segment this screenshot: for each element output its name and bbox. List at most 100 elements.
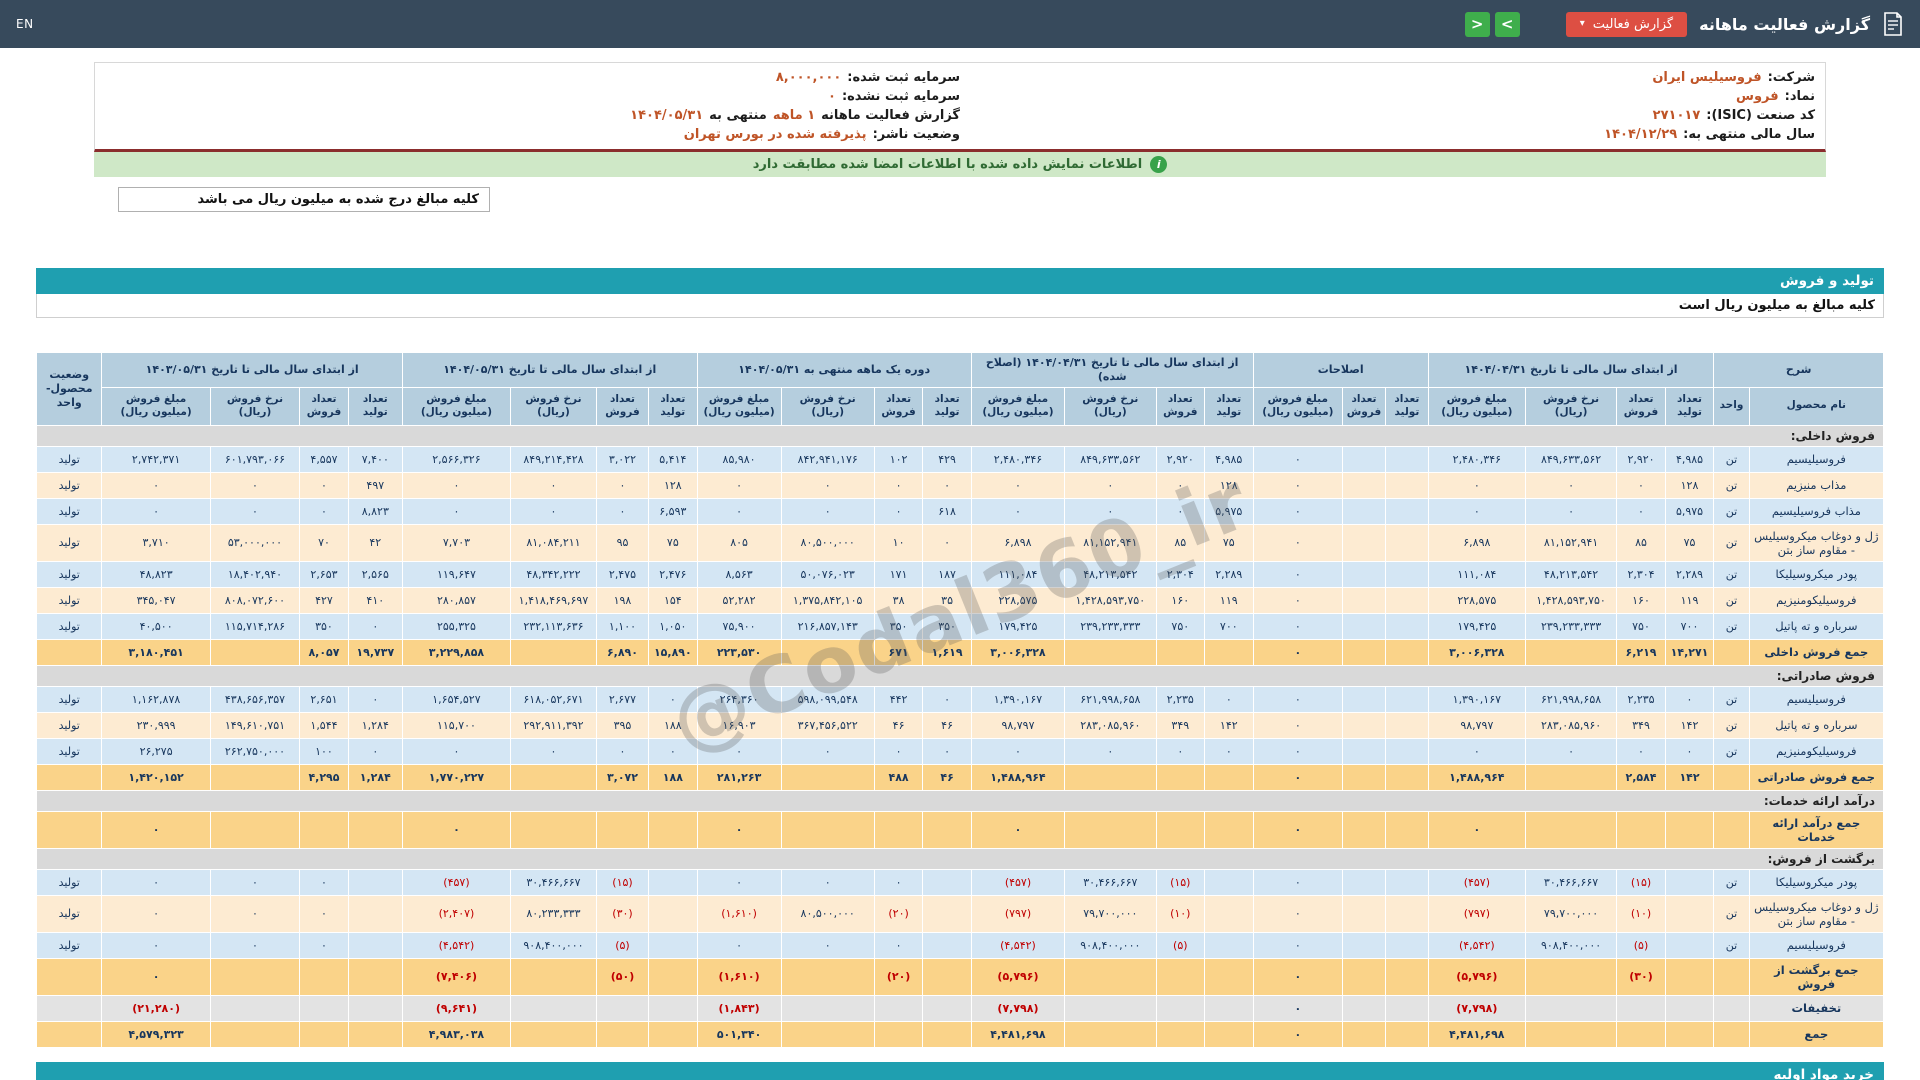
value-cell: ۱,۴۲۸,۵۹۳,۷۵۰ xyxy=(1525,587,1616,613)
info-value: ۱ ماهه xyxy=(773,108,815,123)
value-cell: ۷,۷۰۳ xyxy=(402,524,510,561)
status-cell: تولید xyxy=(37,712,102,738)
value-cell: ۰ xyxy=(596,472,648,498)
table-row: سرباره و ته پاتیلتن۱۴۲۳۴۹۲۸۳,۰۸۵,۹۶۰۹۸,۷… xyxy=(37,712,1884,738)
table-row: پودر میکروسیلیکاتن۲,۲۸۹۲,۳۰۴۴۸,۲۱۳,۵۴۲۱۱… xyxy=(37,561,1884,587)
info-label: منتهی به xyxy=(709,108,767,123)
status-cell: تولید xyxy=(37,561,102,587)
value-cell: ۸۵,۹۸۰ xyxy=(697,446,781,472)
value-cell: ۸,۸۲۳ xyxy=(348,498,402,524)
value-cell xyxy=(781,958,874,995)
table-row: جمع برگشت از فروش(۳۰)(۵,۷۹۶)۰(۵,۷۹۶)(۲۰)… xyxy=(37,958,1884,995)
value-cell: ۰ xyxy=(1665,738,1714,764)
value-cell: ۲,۲۳۵ xyxy=(1617,686,1666,712)
value-cell: ۲۸۱,۲۶۳ xyxy=(697,764,781,790)
value-cell: ۰ xyxy=(697,932,781,958)
info-icon: i xyxy=(1150,156,1167,173)
info-value: ۰ xyxy=(828,89,836,104)
status-cell xyxy=(37,639,102,665)
value-cell: ۱۱۹,۶۴۷ xyxy=(402,561,510,587)
value-cell: ۲,۲۸۹ xyxy=(1665,561,1714,587)
value-cell: ۹۵ xyxy=(596,524,648,561)
value-cell: ۰ xyxy=(874,869,923,895)
status-cell xyxy=(37,995,102,1021)
table-row: فروش داخلی: xyxy=(37,425,1884,446)
product-name: جمع فروش داخلی xyxy=(1749,639,1883,665)
language-toggle-en[interactable]: EN xyxy=(16,17,34,31)
value-cell: ۰ xyxy=(1253,524,1343,561)
value-cell: ۸۱,۱۵۲,۹۴۱ xyxy=(1525,524,1616,561)
value-cell: ۰ xyxy=(1253,639,1343,665)
value-cell: ۴,۹۸۵ xyxy=(1205,446,1254,472)
value-cell: ۱۱۵,۷۰۰ xyxy=(402,712,510,738)
unit-cell: تن xyxy=(1714,524,1749,561)
report-nav-arrows: > < xyxy=(1465,12,1520,37)
company-info-row: کد صنعت (ISIC):۲۷۱۰۱۷گزارش فعالیت ماهانه… xyxy=(95,106,1825,125)
value-cell: (۴,۵۴۲) xyxy=(971,932,1064,958)
value-cell: ۲۶۴,۳۶۰ xyxy=(697,686,781,712)
value-cell: ۰ xyxy=(402,738,510,764)
value-cell: ۶,۸۹۸ xyxy=(971,524,1064,561)
value-cell: ۰ xyxy=(923,472,972,498)
value-cell: ۰ xyxy=(102,895,210,932)
value-cell xyxy=(1385,613,1428,639)
status-cell: تولید xyxy=(37,869,102,895)
value-cell: ۳۰,۴۶۶,۶۶۷ xyxy=(511,869,597,895)
value-cell: ۰ xyxy=(971,472,1064,498)
value-cell: ۴,۹۸۵ xyxy=(1665,446,1714,472)
value-cell: ۰ xyxy=(210,932,300,958)
value-cell xyxy=(1385,764,1428,790)
company-info-row: سال مالی منتهی به:۱۴۰۴/۱۲/۲۹وضعیت ناشر:پ… xyxy=(95,125,1825,144)
value-cell xyxy=(1343,869,1386,895)
status-cell: تولید xyxy=(37,587,102,613)
unit-cell xyxy=(1714,1021,1749,1047)
value-cell xyxy=(348,932,402,958)
value-cell xyxy=(1343,587,1386,613)
value-cell: ۲,۵۶۵ xyxy=(348,561,402,587)
value-cell: ۱۵۴ xyxy=(649,587,698,613)
value-cell xyxy=(1343,613,1386,639)
value-cell: ۰ xyxy=(1617,738,1666,764)
value-cell: (۱,۸۴۳) xyxy=(697,995,781,1021)
company-link[interactable]: فروسیلیس ایران xyxy=(1652,70,1761,85)
value-cell xyxy=(1343,1021,1386,1047)
product-name: سرباره و ته پاتیل xyxy=(1749,712,1883,738)
value-cell xyxy=(1525,764,1616,790)
table-row: فروسیلیکومنیزیمتن۰۰۰۰۰۰۰۰۰۰۰۰۰۰۰۰۰۰۱۰۰۲۶… xyxy=(37,738,1884,764)
product-name: سرباره و ته پاتیل xyxy=(1749,613,1883,639)
value-cell: ۰ xyxy=(1428,472,1525,498)
table-row: برگشت از فروش: xyxy=(37,848,1884,869)
value-cell xyxy=(1665,869,1714,895)
value-cell: ۰ xyxy=(1253,811,1343,848)
value-cell xyxy=(210,811,300,848)
value-cell: ۲۳۲,۱۱۳,۶۳۶ xyxy=(511,613,597,639)
value-cell: ۰ xyxy=(1253,686,1343,712)
value-cell: ۳,۰۰۶,۳۲۸ xyxy=(1428,639,1525,665)
value-cell: ۰ xyxy=(971,738,1064,764)
value-cell xyxy=(596,995,648,1021)
column-header: واحد xyxy=(1714,387,1749,425)
table-row: مذاب فروسیلیسیمتن۵,۹۷۵۰۰۰۰۵,۹۷۵۰۰۰۶۱۸۰۰۰… xyxy=(37,498,1884,524)
value-cell: ۰ xyxy=(1617,472,1666,498)
value-cell xyxy=(300,995,349,1021)
value-cell xyxy=(1065,764,1156,790)
status-cell: تولید xyxy=(37,498,102,524)
next-report-button[interactable]: > xyxy=(1495,12,1520,37)
value-cell xyxy=(511,811,597,848)
report-type-dropdown[interactable]: گزارش فعالیت ▾ xyxy=(1566,12,1687,37)
value-cell: ۴۳۸,۶۵۶,۳۵۷ xyxy=(210,686,300,712)
value-cell: ۲,۷۴۲,۳۷۱ xyxy=(102,446,210,472)
value-cell xyxy=(1156,958,1205,995)
value-cell xyxy=(1385,995,1428,1021)
value-cell: ۱۴,۲۷۱ xyxy=(1665,639,1714,665)
value-cell: ۱۱۱,۰۸۴ xyxy=(1428,561,1525,587)
previous-report-button[interactable]: < xyxy=(1465,12,1490,37)
value-cell: ۸۵ xyxy=(1617,524,1666,561)
table-row: فروسیلیکومنیزیمتن۱۱۹۱۶۰۱,۴۲۸,۵۹۳,۷۵۰۲۲۸,… xyxy=(37,587,1884,613)
unit-cell xyxy=(1714,811,1749,848)
info-cell-right: شرکت:فروسیلیس ایران xyxy=(960,70,1815,85)
value-cell xyxy=(1617,995,1666,1021)
value-cell: ۱۷۱ xyxy=(874,561,923,587)
value-cell xyxy=(348,958,402,995)
value-cell: ۸۵ xyxy=(1156,524,1205,561)
